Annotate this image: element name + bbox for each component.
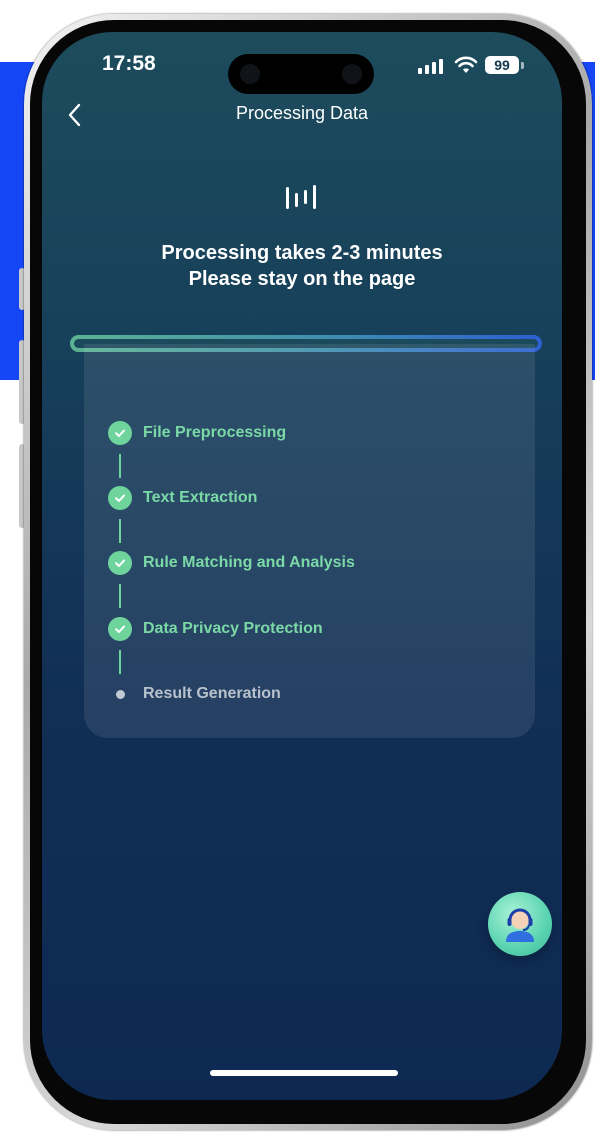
step-label: Data Privacy Protection: [143, 620, 323, 637]
step-label: Rule Matching and Analysis: [143, 554, 355, 571]
steps-card: File Preprocessing Text Extraction Rule …: [84, 344, 535, 738]
stay-on-page-text: Please stay on the page: [188, 268, 416, 290]
step-text-extraction: Text Extraction: [108, 485, 257, 511]
step-label: File Preprocessing: [143, 424, 287, 441]
check-icon: [108, 617, 132, 641]
customer-support-icon: [506, 908, 534, 942]
status-time: 17:58: [102, 52, 156, 75]
step-file-preprocessing: File Preprocessing: [108, 420, 286, 446]
battery-indicator: 99: [485, 56, 519, 74]
step-result-generation: Result Generation: [108, 681, 281, 707]
check-icon: [108, 551, 132, 575]
pending-dot-icon: [116, 689, 125, 699]
check-icon: [108, 421, 132, 445]
step-connector: [119, 650, 121, 674]
processing-time-text: Processing takes 2-3 minutes: [161, 242, 443, 264]
step-connector: [119, 584, 121, 608]
audio-wave-icon: [286, 185, 316, 209]
step-label: Result Generation: [143, 685, 281, 702]
dynamic-island: [228, 54, 374, 94]
step-label: Text Extraction: [143, 489, 258, 506]
step-connector: [119, 454, 121, 478]
check-icon: [108, 486, 132, 510]
phone-frame: 17:58 99 Processing Data Processing take…: [24, 14, 592, 1130]
sensor-lens: [342, 64, 362, 84]
step-rule-matching: Rule Matching and Analysis: [108, 550, 355, 576]
processing-message: Processing takes 2-3 minutes Please stay…: [42, 240, 562, 292]
page-title: Processing Data: [235, 103, 369, 123]
camera-lens: [240, 64, 260, 84]
step-connector: [119, 519, 121, 543]
battery-tip: [521, 62, 524, 69]
customer-support-button[interactable]: [488, 892, 552, 956]
home-indicator: [210, 1070, 398, 1076]
step-data-privacy: Data Privacy Protection: [108, 616, 323, 642]
wifi-icon: [454, 56, 478, 73]
phone-screen: 17:58 99 Processing Data Processing take…: [42, 32, 562, 1100]
cellular-signal-icon: [418, 59, 443, 74]
